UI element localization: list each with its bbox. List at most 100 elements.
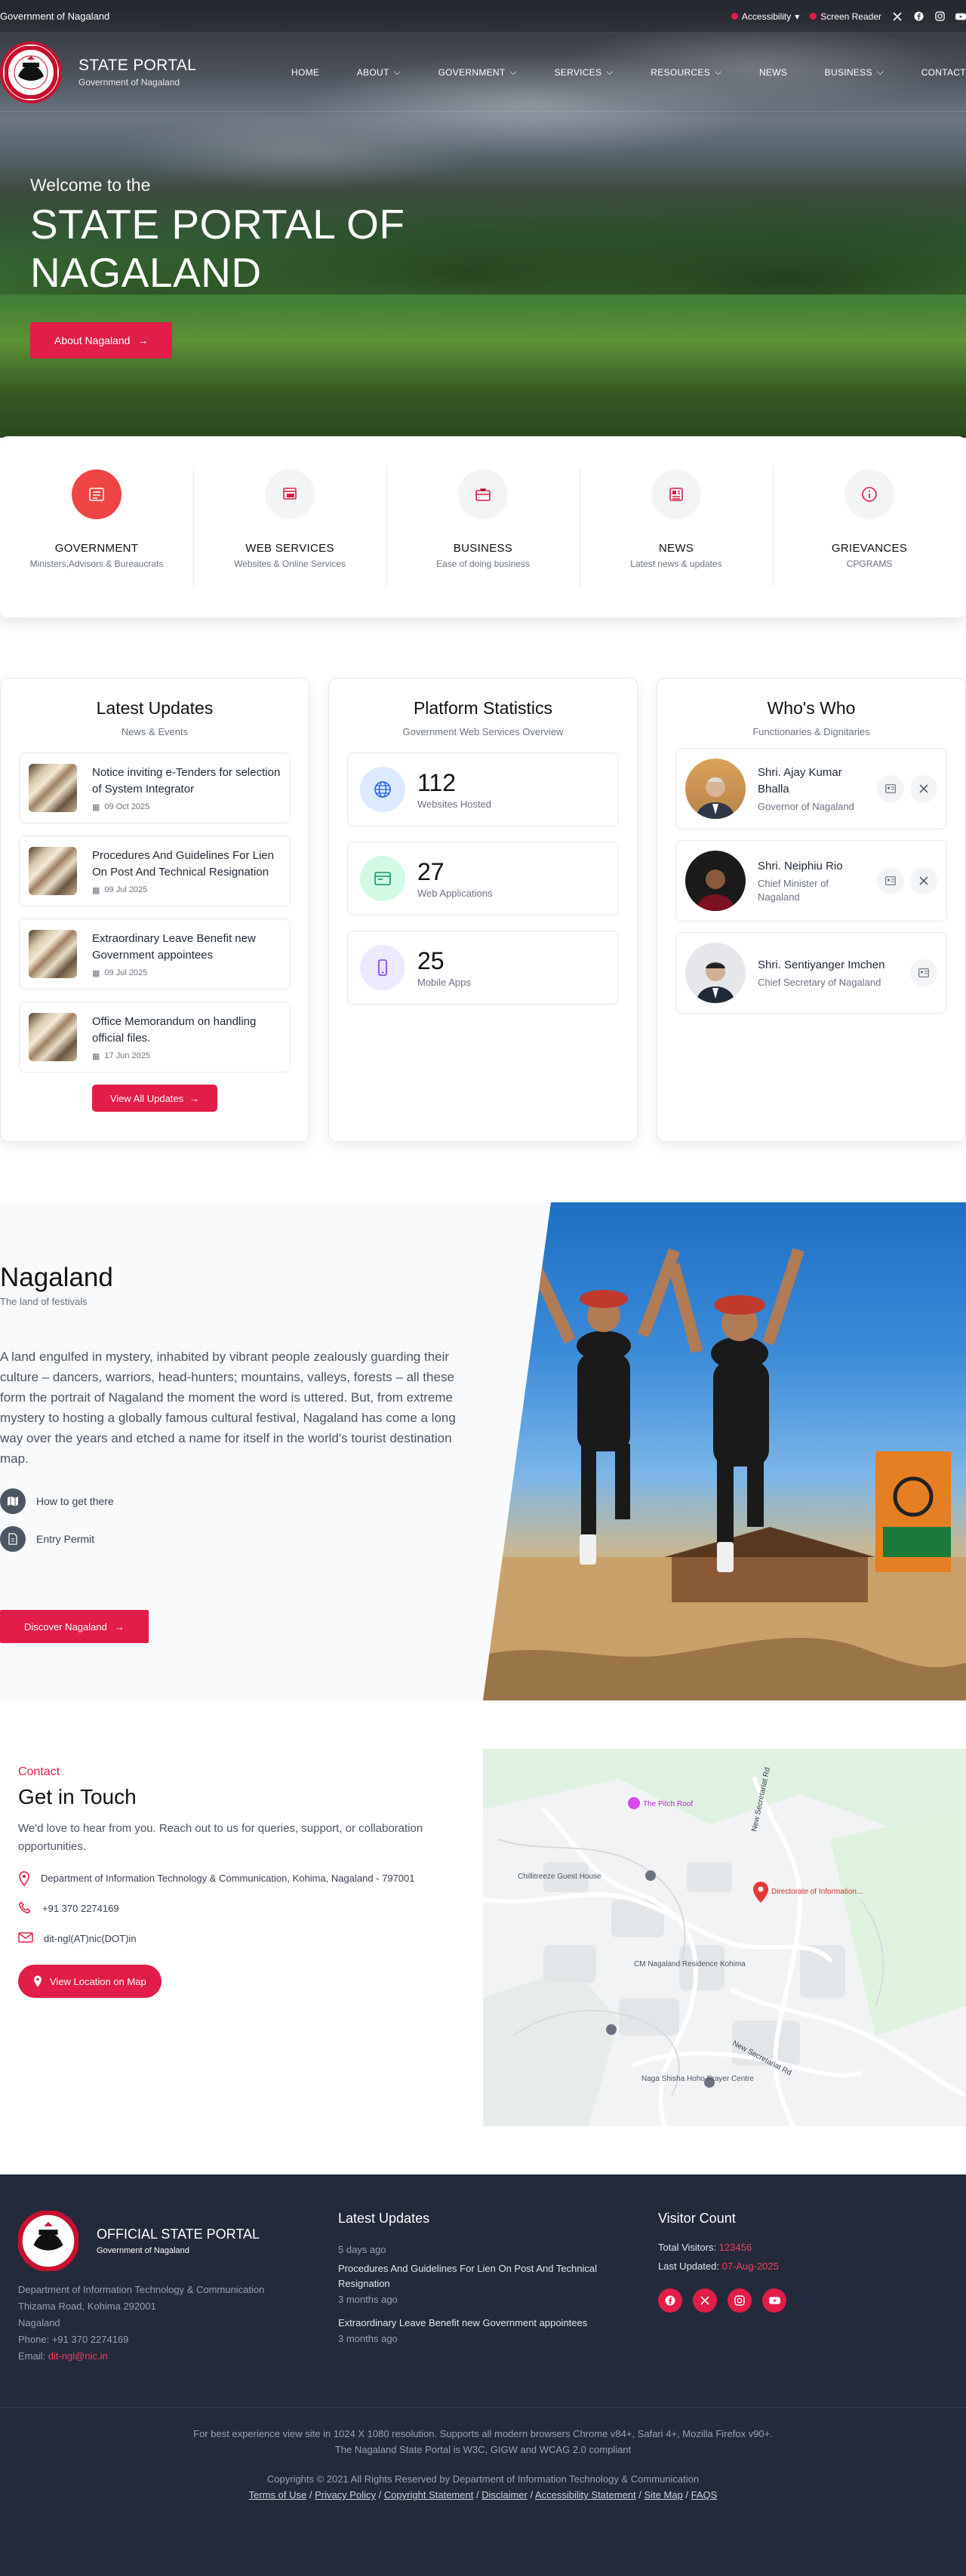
arrow-right-icon: → <box>137 334 149 346</box>
card-subtitle: News & Events <box>121 726 189 737</box>
footer-links: Terms of Use / Privacy Policy / Copyrigh… <box>248 2489 718 2501</box>
footer-update-link[interactable]: Procedures And Guidelines For Lien On Po… <box>338 2261 625 2291</box>
profile-card-icon[interactable] <box>910 959 937 986</box>
menu-label: CONTACT <box>921 66 966 78</box>
footer-email-link[interactable]: dit-ngl@nic.in <box>48 2350 108 2362</box>
card-title: Who's Who <box>767 698 856 718</box>
hero-heading-line1: STATE PORTAL OF <box>30 201 405 248</box>
arrow-right-icon: → <box>114 1620 125 1633</box>
update-item[interactable]: Office Memorandum on handling official f… <box>19 1002 291 1073</box>
section-title: Nagaland <box>0 1263 113 1292</box>
view-all-updates-button[interactable]: View All Updates → <box>91 1085 218 1112</box>
update-date: 09 Oct 2025 <box>104 802 150 811</box>
menu-contact[interactable]: CONTACT <box>921 67 966 78</box>
discover-nagaland-button[interactable]: Discover Nagaland → <box>0 1610 149 1643</box>
profile-card-icon[interactable] <box>877 867 904 894</box>
instagram-icon[interactable] <box>728 2288 752 2313</box>
menu-resources[interactable]: RESOURCES ⌵ <box>651 66 721 78</box>
footer-update-age: 3 months ago <box>338 2294 398 2305</box>
menu-government[interactable]: GOVERNMENT ⌵ <box>438 66 517 78</box>
web-services-icon <box>265 469 315 519</box>
contact-description: We'd love to hear from you. Reach out to… <box>18 1822 423 1853</box>
menu-about[interactable]: ABOUT ⌵ <box>357 66 401 78</box>
person-card: Shri. Ajay Kumar Bhalla Governor of Nagal… <box>675 748 947 829</box>
accessibility-button[interactable]: Accessibility ▾ <box>731 11 799 22</box>
state-emblem-logo[interactable] <box>0 41 62 103</box>
globe-icon <box>360 767 405 812</box>
update-item[interactable]: Extraordinary Leave Benefit new Governme… <box>19 919 291 989</box>
section-tagline: The land of festivals <box>0 1296 88 1307</box>
quick-government[interactable]: GOVERNMENT Ministers,Advisors & Bureaucr… <box>0 466 193 587</box>
entry-permit-link[interactable]: Entry Permit <box>0 1526 469 1552</box>
accessibility-statement-link[interactable]: Accessibility Statement <box>535 2489 636 2501</box>
site-footer: OFFICIAL STATE PORTAL Government of Naga… <box>0 2174 966 2576</box>
about-nagaland-button[interactable]: About Nagaland → <box>30 322 173 359</box>
location-map[interactable]: The Pitch Roof Chillitreeze Guest House … <box>483 1749 966 2126</box>
footer-update-link[interactable]: Extraordinary Leave Benefit new Governme… <box>338 2316 625 2331</box>
screen-reader-link[interactable]: Screen Reader <box>810 11 881 22</box>
quick-links: GOVERNMENT Ministers,Advisors & Bureaucr… <box>0 436 966 617</box>
x-icon[interactable] <box>693 2288 717 2313</box>
sitemap-link[interactable]: Site Map <box>645 2489 683 2501</box>
stat-label: Web Applications <box>417 888 493 899</box>
facebook-icon[interactable] <box>658 2288 682 2313</box>
government-icon <box>72 469 122 519</box>
footer-address-line: Department of Information Technology & C… <box>18 2284 265 2295</box>
menu-home[interactable]: HOME <box>291 67 319 78</box>
youtube-icon[interactable] <box>762 2288 786 2313</box>
x-icon[interactable] <box>892 11 903 22</box>
quick-sub: Websites & Online Services <box>234 559 346 569</box>
stat-label: Websites Hosted <box>417 799 492 810</box>
menu-business[interactable]: BUSINESS ⌵ <box>825 66 884 78</box>
how-to-get-there-link[interactable]: How to get there <box>0 1488 469 1514</box>
stat-value: 25 <box>417 947 445 974</box>
quick-grievances[interactable]: GRIEVANCES CPGRAMS <box>773 466 966 587</box>
menu-services[interactable]: SERVICES ⌵ <box>554 66 613 78</box>
update-item[interactable]: Notice inviting e-Tenders for selection … <box>19 752 291 823</box>
document-icon <box>0 1526 26 1552</box>
calendar-icon: ▦ <box>92 1051 100 1061</box>
update-item[interactable]: Procedures And Guidelines For Lien On Po… <box>19 836 291 906</box>
hero-heading-line2: NAGALAND <box>30 249 262 296</box>
profile-card-icon[interactable] <box>877 775 904 802</box>
copyright-link[interactable]: Copyright Statement <box>384 2489 474 2501</box>
quick-web-services[interactable]: WEB SERVICES Websites & Online Services <box>193 466 386 587</box>
youtube-icon[interactable] <box>955 11 966 22</box>
disclaimer-link[interactable]: Disclaimer <box>481 2489 528 2501</box>
quick-sub: Latest news & updates <box>630 559 722 569</box>
terms-link[interactable]: Terms of Use <box>249 2489 307 2501</box>
quick-title: GOVERNMENT <box>54 542 139 555</box>
primary-menu: HOME ABOUT ⌵ GOVERNMENT ⌵ SERVICES ⌵ RESOUR… <box>291 66 966 78</box>
link-label: How to get there <box>36 1495 114 1507</box>
person-role: Chief Minister of Nagaland <box>758 877 829 903</box>
menu-news[interactable]: NEWS <box>759 67 787 78</box>
x-icon[interactable] <box>910 867 937 894</box>
instagram-icon[interactable] <box>934 11 945 22</box>
update-thumbnail <box>29 847 77 895</box>
faqs-link[interactable]: FAQS <box>691 2489 718 2501</box>
facebook-icon[interactable] <box>913 11 924 22</box>
contact-section: Contact Get in Touch We'd love to hear f… <box>0 1749 966 2126</box>
contact-email: dit-ngl(AT)nic(DOT)in <box>18 1931 471 1947</box>
footer-address-line: Nagaland <box>18 2317 60 2328</box>
section-description: A land engulfed in mystery, inhabited by… <box>0 1350 456 1466</box>
menu-label: RESOURCES <box>651 66 710 78</box>
footer-subtitle: Government of Nagaland <box>97 2246 189 2255</box>
chevron-down-icon: ⌵ <box>715 66 722 77</box>
quick-business[interactable]: BUSINESS Ease of doing business <box>386 466 580 587</box>
accessibility-icon <box>731 13 738 20</box>
mail-icon <box>18 1931 33 1947</box>
hero-welcome: Welcome to the <box>30 175 151 195</box>
avatar <box>685 851 746 911</box>
email-label: Email: <box>18 2350 46 2362</box>
compliance-note: The Nagaland State Portal is W3C, GIGW a… <box>334 2444 632 2455</box>
x-icon[interactable] <box>910 775 937 802</box>
view-location-button[interactable]: View Location on Map <box>18 1965 162 1998</box>
quick-sub: Ease of doing business <box>435 559 531 569</box>
info-icon <box>844 469 894 519</box>
contact-phone: +91 370 2274169 <box>18 1901 471 1916</box>
quick-news[interactable]: NEWS Latest news & updates <box>580 466 773 587</box>
caret-down-icon: ▾ <box>795 11 800 22</box>
privacy-link[interactable]: Privacy Policy <box>315 2489 376 2501</box>
card-subtitle: Functionaries & Dignitaries <box>752 726 870 737</box>
